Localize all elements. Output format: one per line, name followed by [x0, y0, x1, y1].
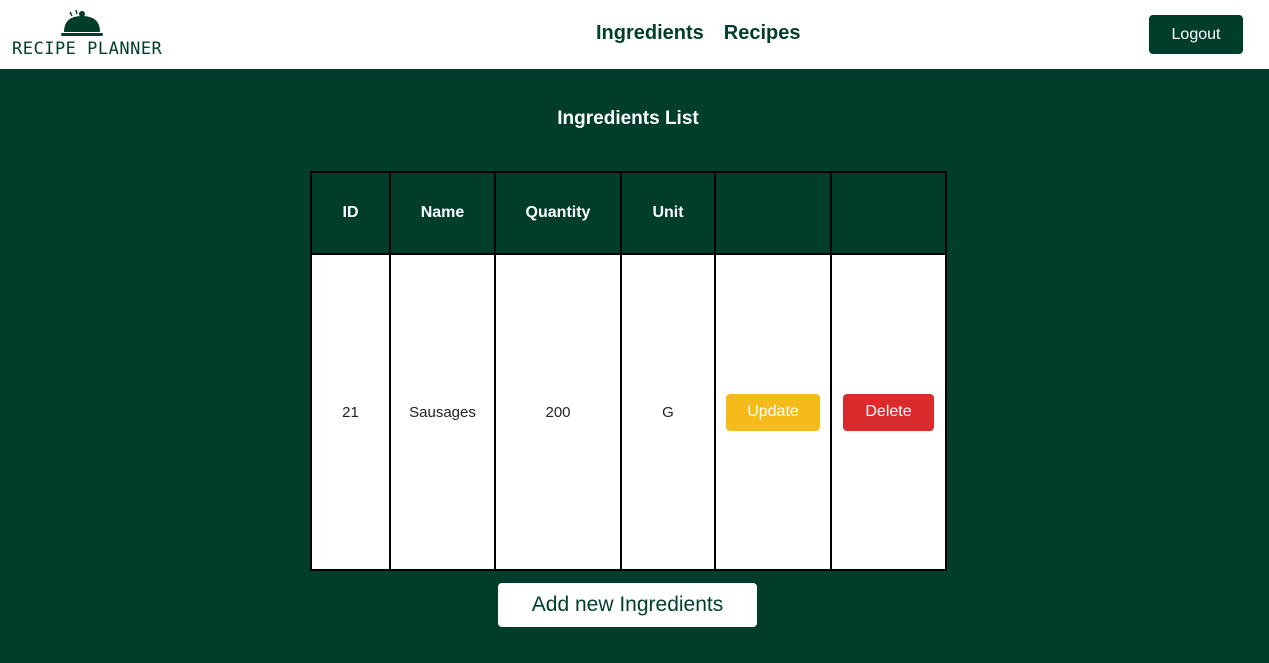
- cell-delete: Delete: [830, 253, 947, 571]
- column-header-id: ID: [310, 171, 391, 255]
- column-header-update: [714, 171, 832, 255]
- column-header-delete: [830, 171, 947, 255]
- cloche-icon: [61, 9, 103, 36]
- cell-name: Sausages: [389, 253, 496, 571]
- column-header-quantity: Quantity: [494, 171, 622, 255]
- add-ingredient-button[interactable]: Add new Ingredients: [498, 583, 757, 627]
- update-button[interactable]: Update: [726, 393, 820, 431]
- column-header-name: Name: [389, 171, 496, 255]
- page-title: Ingredients List: [557, 108, 699, 129]
- ingredients-table: ID Name Quantity Unit 21 Sausages 200 G …: [310, 171, 947, 571]
- delete-button[interactable]: Delete: [843, 393, 934, 431]
- logout-button[interactable]: Logout: [1149, 15, 1243, 54]
- cell-id: 21: [310, 253, 391, 571]
- table-header-row: ID Name Quantity Unit: [310, 171, 947, 255]
- logo[interactable]: RECIPE PLANNER: [10, 8, 163, 62]
- table-row: 21 Sausages 200 G Update Delete: [310, 253, 947, 571]
- cell-update: Update: [714, 253, 832, 571]
- navbar: RECIPE PLANNER Ingredients Recipes Logou…: [0, 0, 1269, 69]
- nav-link-ingredients[interactable]: Ingredients: [596, 20, 704, 47]
- column-header-unit: Unit: [620, 171, 716, 255]
- logo-text: RECIPE PLANNER: [12, 39, 163, 59]
- main-nav: Ingredients Recipes: [596, 20, 801, 47]
- cell-quantity: 200: [494, 253, 622, 571]
- cell-unit: G: [620, 253, 716, 571]
- nav-link-recipes[interactable]: Recipes: [724, 20, 801, 47]
